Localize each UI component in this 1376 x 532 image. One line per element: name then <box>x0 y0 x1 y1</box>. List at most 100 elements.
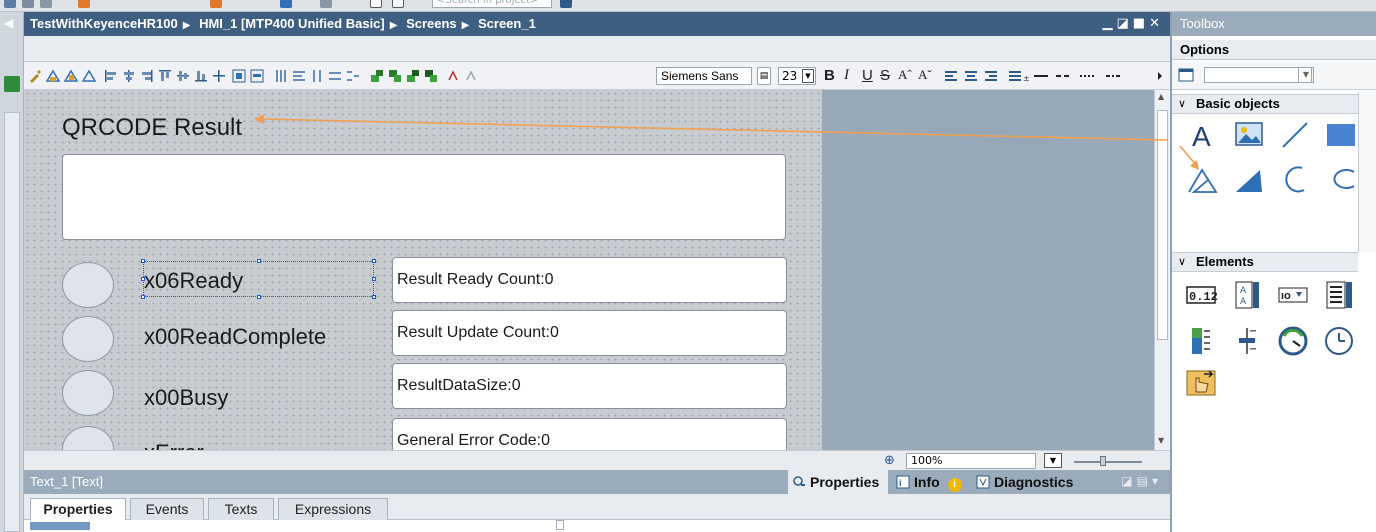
result-text-box[interactable] <box>62 154 786 240</box>
align-middle-icon[interactable] <box>176 69 190 83</box>
view-mode-icon[interactable] <box>1178 68 1194 82</box>
send-back-icon[interactable] <box>250 69 264 83</box>
align-bottom-icon[interactable] <box>194 69 208 83</box>
maximize-icon[interactable]: ■ <box>1133 16 1149 31</box>
resize-handle[interactable] <box>372 259 376 263</box>
tab-diagnostics[interactable]: Diagnostics <box>972 470 1082 494</box>
bit-label-ready[interactable]: x06Ready <box>144 268 243 294</box>
layer-bottom-icon[interactable] <box>424 69 438 83</box>
status-circle-busy[interactable] <box>62 370 114 416</box>
options-select[interactable] <box>1204 67 1312 83</box>
bit-label-read-complete[interactable]: x00ReadComplete <box>144 324 326 350</box>
resize-handle[interactable] <box>141 259 145 263</box>
slider-icon[interactable] <box>1230 324 1264 358</box>
strikethrough-icon[interactable]: S <box>880 67 890 84</box>
io-field-icon[interactable]: 0.12 <box>1184 278 1218 312</box>
center-icon[interactable] <box>212 69 226 83</box>
print-icon[interactable] <box>22 0 34 8</box>
zoom-slider[interactable] <box>1074 456 1142 466</box>
distribute-vertical-icon[interactable] <box>346 69 360 83</box>
split-horizontal-icon[interactable] <box>370 0 382 8</box>
graphic-view-icon[interactable] <box>1232 118 1266 152</box>
list-box-icon[interactable]: IO <box>1276 278 1310 312</box>
zoom-select[interactable]: 100% <box>906 453 1036 469</box>
split-vertical-icon[interactable] <box>392 0 404 8</box>
inspector-window-controls[interactable]: ◪▤▾ <box>1121 474 1162 488</box>
options-header[interactable]: Options <box>1172 40 1376 60</box>
chevron-left-icon[interactable]: ◀ <box>4 16 13 30</box>
underline-icon[interactable]: U <box>862 67 873 84</box>
clock-icon[interactable] <box>1322 324 1356 358</box>
canvas-vertical-scrollbar[interactable]: ▲ ▼ <box>1154 90 1170 450</box>
scroll-up-icon[interactable]: ▲ <box>1158 92 1164 101</box>
tab-properties[interactable]: Properties <box>30 498 126 521</box>
polygon-tool-icon[interactable] <box>1232 162 1266 196</box>
screen-canvas[interactable]: QRCODE Result x06Ready x00ReadComplete x… <box>24 90 1154 450</box>
splitter-handle[interactable] <box>556 520 564 530</box>
layer-up-icon[interactable] <box>370 69 384 83</box>
font-dialog-button[interactable]: ▤ <box>757 67 771 85</box>
chevron-down-icon[interactable]: ▼ <box>802 69 814 83</box>
text-align-right-icon[interactable] <box>984 69 998 83</box>
search-input[interactable]: <Search in project> <box>432 0 552 8</box>
layer-down-icon[interactable] <box>388 69 402 83</box>
rotate-icon[interactable] <box>446 69 460 83</box>
status-circle-read-complete[interactable] <box>62 316 114 362</box>
flip-icon[interactable] <box>464 69 478 83</box>
rectangle-tool-icon[interactable] <box>1324 118 1358 152</box>
status-circle-error[interactable] <box>62 426 114 450</box>
tab-info[interactable]: i Info i <box>892 470 970 494</box>
same-height-icon[interactable] <box>292 69 306 83</box>
tab-texts[interactable]: Texts <box>208 498 274 520</box>
scrollbar-thumb[interactable] <box>1157 110 1168 340</box>
circle-segment-icon[interactable] <box>1278 162 1312 196</box>
distribute-icon[interactable] <box>64 69 78 83</box>
resize-handle[interactable] <box>257 259 261 263</box>
subscript-icon[interactable]: Aˇ <box>918 67 932 83</box>
zoom-icon[interactable]: ⊕ <box>884 453 895 468</box>
gauge-icon[interactable] <box>1276 324 1310 358</box>
resize-handle[interactable] <box>372 295 376 299</box>
group-icon[interactable] <box>82 69 96 83</box>
pipette-icon[interactable] <box>28 69 42 83</box>
close-icon[interactable]: ✕ <box>1149 16 1164 31</box>
polyline-tool-icon[interactable] <box>1186 162 1220 196</box>
go-online-icon[interactable] <box>78 0 90 8</box>
text-tool-icon[interactable]: A <box>1186 118 1220 152</box>
bar-icon[interactable] <box>1184 324 1218 358</box>
general-error-code-field[interactable]: General Error Code:0 <box>392 418 787 450</box>
result-update-count-field[interactable]: Result Update Count:0 <box>392 310 787 356</box>
line-style-icon[interactable] <box>1034 69 1164 83</box>
screen-title-text[interactable]: QRCODE Result <box>62 114 242 142</box>
bit-label-error[interactable]: xError <box>144 440 204 450</box>
superscript-icon[interactable]: Aˆ <box>898 67 912 83</box>
accessible-devices-icon[interactable] <box>280 0 292 8</box>
float-icon[interactable]: ◪ <box>1117 16 1133 31</box>
toolbox-scrollbar[interactable] <box>1358 92 1376 252</box>
align-objects-icon[interactable] <box>46 69 60 83</box>
hmi-screen[interactable]: QRCODE Result x06Ready x00ReadComplete x… <box>24 90 822 450</box>
font-size-select[interactable]: 23 ▼ <box>778 67 816 85</box>
same-width-icon[interactable] <box>274 69 288 83</box>
arc-tool-icon[interactable] <box>1324 162 1358 196</box>
breadcrumb-device[interactable]: HMI_1 [MTP400 Unified Basic] <box>199 16 385 31</box>
search-icon[interactable] <box>560 0 572 8</box>
tab-expressions[interactable]: Expressions <box>278 498 388 520</box>
zoom-slider-handle[interactable] <box>1100 456 1106 466</box>
same-size-icon[interactable] <box>328 69 342 83</box>
breadcrumb-screen[interactable]: Screen_1 <box>478 16 536 31</box>
save-project-icon[interactable] <box>4 0 16 8</box>
chevron-down-icon[interactable]: ▼ <box>1298 67 1314 83</box>
status-circle-ready[interactable] <box>62 262 114 308</box>
tab-events[interactable]: Events <box>130 498 204 520</box>
bring-front-icon[interactable] <box>232 69 246 83</box>
symbolic-io-field-icon[interactable]: AA <box>1230 278 1264 312</box>
resize-handle[interactable] <box>372 277 376 281</box>
cross-ref-icon[interactable] <box>320 0 332 8</box>
align-center-icon[interactable] <box>122 69 136 83</box>
tab-properties-inspector[interactable]: Properties <box>788 470 888 494</box>
minimize-icon[interactable]: ▁ <box>1103 16 1117 31</box>
line-tool-icon[interactable] <box>1278 118 1312 152</box>
font-name-select[interactable]: Siemens Sans <box>656 67 752 85</box>
line-width-icon[interactable]: ± <box>1008 69 1030 83</box>
